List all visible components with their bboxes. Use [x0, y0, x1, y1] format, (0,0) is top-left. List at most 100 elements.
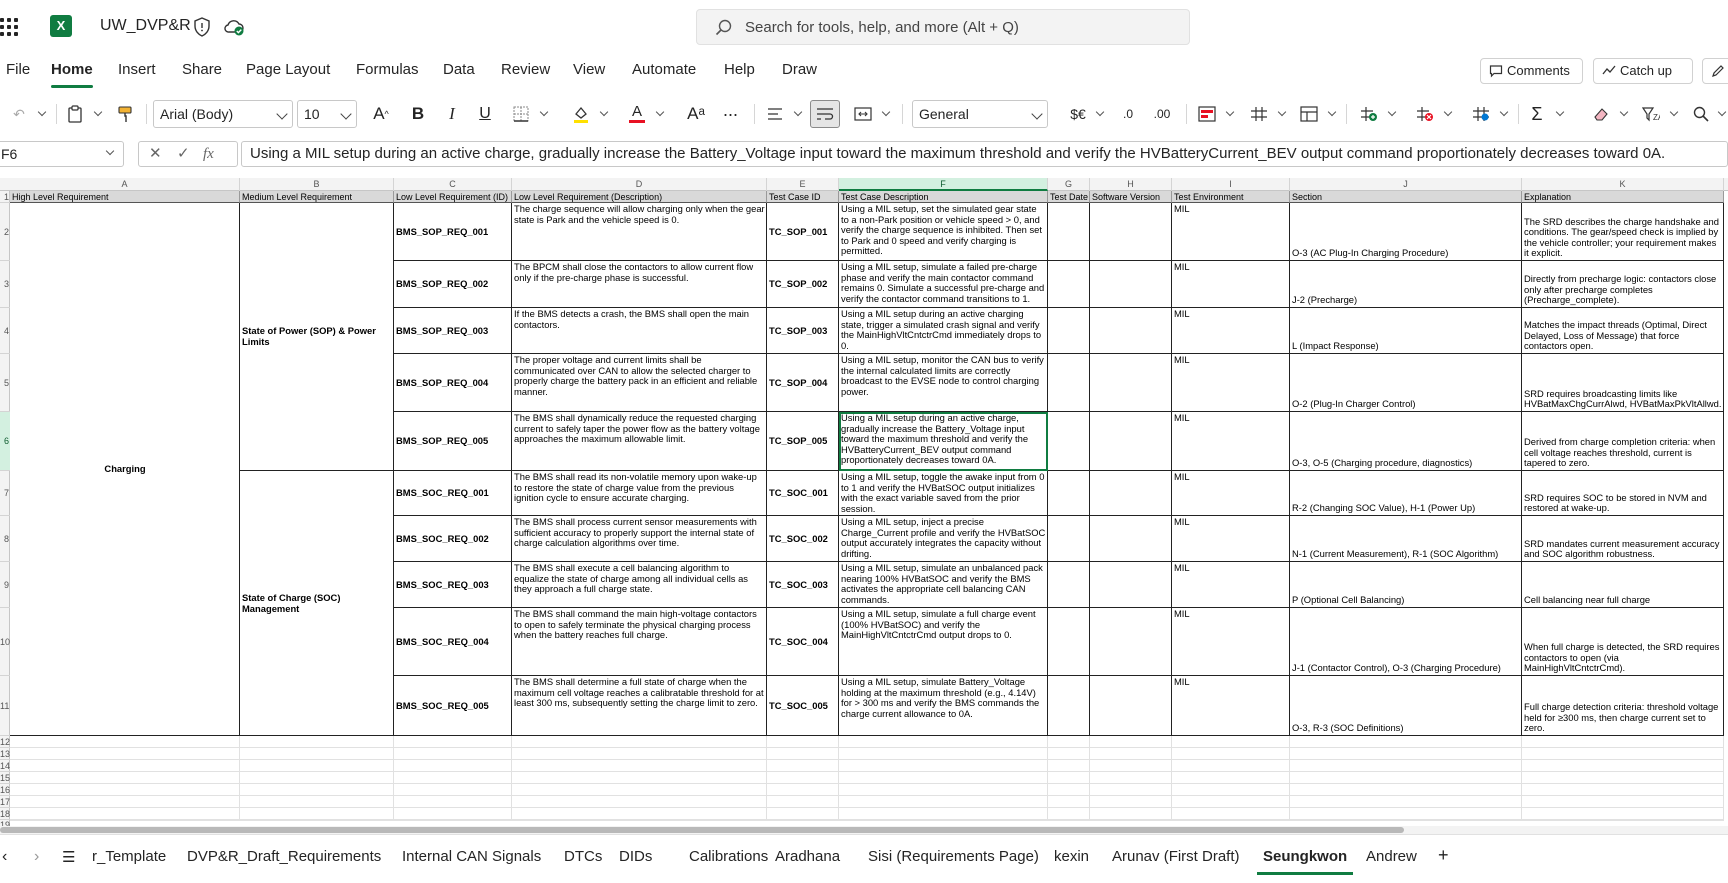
empty-cell[interactable] — [767, 736, 839, 748]
explanation-cell[interactable]: SRD mandates current measurement accurac… — [1522, 516, 1724, 562]
test-case-id-cell[interactable]: TC_SOP_003 — [767, 308, 839, 354]
test-date-cell[interactable] — [1048, 471, 1090, 516]
confirm-formula-icon[interactable]: ✓ — [177, 142, 190, 166]
test-case-id-cell[interactable]: TC_SOC_001 — [767, 471, 839, 516]
empty-cell[interactable] — [1172, 772, 1290, 784]
test-environment-cell[interactable]: MIL — [1172, 203, 1290, 261]
empty-cell[interactable] — [767, 796, 839, 808]
tab-formulas[interactable]: Formulas — [356, 61, 419, 78]
section-cell[interactable]: O-3, O-5 (Charging procedure, diagnostic… — [1290, 412, 1522, 471]
sheet-tab[interactable]: Arunav (First Draft) — [1112, 848, 1240, 865]
test-case-id-cell[interactable]: TC_SOP_005 — [767, 412, 839, 471]
insert-cells-icon[interactable] — [1358, 100, 1380, 128]
requirement-id-cell[interactable]: BMS_SOP_REQ_004 — [394, 354, 512, 412]
header-cell-j[interactable]: Section — [1290, 191, 1522, 203]
paste-icon[interactable] — [64, 100, 86, 128]
cloud-saved-icon[interactable] — [223, 17, 245, 37]
tab-help[interactable]: Help — [724, 61, 755, 78]
explanation-cell[interactable]: The SRD describes the charge handshake a… — [1522, 203, 1724, 261]
row-header-15[interactable]: 15 — [0, 772, 10, 784]
scrollbar-thumb[interactable] — [0, 827, 1404, 833]
test-case-description-cell[interactable]: Using a MIL setup, simulate a failed pre… — [839, 261, 1048, 308]
row-header-5[interactable]: 5 — [0, 354, 10, 412]
empty-cell[interactable] — [1290, 796, 1522, 808]
requirement-description-cell[interactable]: The BPCM shall close the contactors to a… — [512, 261, 767, 308]
text-styles-icon[interactable]: Aᵃ — [684, 100, 708, 128]
merge-dropdown[interactable] — [876, 100, 891, 128]
empty-cell[interactable] — [512, 820, 767, 821]
empty-cell[interactable] — [240, 796, 394, 808]
format-painter-icon[interactable] — [114, 100, 136, 128]
row-header-13[interactable]: 13 — [0, 748, 10, 760]
column-header-f[interactable]: F — [839, 178, 1048, 191]
empty-cell[interactable] — [1522, 760, 1724, 772]
test-case-description-cell[interactable]: Using a MIL setup during an active charg… — [839, 412, 1048, 471]
insert-cells-dropdown[interactable] — [1382, 100, 1397, 128]
row-header-11[interactable]: 11 — [0, 676, 10, 736]
empty-cell[interactable] — [1290, 760, 1522, 772]
test-case-description-cell[interactable]: Using a MIL setup, monitor the CAN bus t… — [839, 354, 1048, 412]
empty-cell[interactable] — [839, 748, 1048, 760]
empty-cell[interactable] — [1522, 796, 1724, 808]
software-version-cell[interactable] — [1090, 471, 1172, 516]
clear-icon[interactable] — [1590, 100, 1612, 128]
empty-cell[interactable] — [839, 760, 1048, 772]
all-sheets-menu-icon[interactable]: ☰ — [62, 848, 75, 866]
test-date-cell[interactable] — [1048, 308, 1090, 354]
empty-cell[interactable] — [512, 748, 767, 760]
requirement-description-cell[interactable]: The BMS shall execute a cell balancing a… — [512, 562, 767, 608]
tab-page-layout[interactable]: Page Layout — [246, 61, 330, 78]
format-as-table-icon[interactable] — [1248, 100, 1270, 128]
app-launcher-icon[interactable] — [0, 18, 18, 36]
high-level-requirement-cell[interactable]: Charging — [10, 203, 240, 736]
empty-cell[interactable] — [1290, 820, 1522, 821]
software-version-cell[interactable] — [1090, 412, 1172, 471]
empty-cell[interactable] — [839, 772, 1048, 784]
requirement-id-cell[interactable]: BMS_SOP_REQ_001 — [394, 203, 512, 261]
empty-cell[interactable] — [1172, 736, 1290, 748]
sort-filter-icon[interactable]: ZA — [1640, 100, 1662, 128]
empty-cell[interactable] — [1172, 796, 1290, 808]
tab-draw[interactable]: Draw — [782, 61, 817, 78]
requirement-id-cell[interactable]: BMS_SOC_REQ_005 — [394, 676, 512, 736]
undo-icon[interactable]: ↶ — [8, 100, 30, 128]
empty-cell[interactable] — [1090, 772, 1172, 784]
test-case-id-cell[interactable]: TC_SOC_005 — [767, 676, 839, 736]
more-options-icon[interactable]: ··· — [718, 100, 742, 128]
requirement-description-cell[interactable]: The proper voltage and current limits sh… — [512, 354, 767, 412]
empty-cell[interactable] — [1522, 784, 1724, 796]
test-date-cell[interactable] — [1048, 608, 1090, 676]
sheet-tab[interactable]: Andrew — [1366, 848, 1417, 865]
empty-cell[interactable] — [1090, 736, 1172, 748]
test-environment-cell[interactable]: MIL — [1172, 308, 1290, 354]
row-header-1[interactable]: 1 — [0, 191, 10, 203]
test-environment-cell[interactable]: MIL — [1172, 562, 1290, 608]
column-header-k[interactable]: K — [1522, 178, 1724, 191]
empty-cell[interactable] — [394, 796, 512, 808]
cell-styles-icon[interactable] — [1298, 100, 1320, 128]
test-case-description-cell[interactable]: Using a MIL setup, simulate an unbalance… — [839, 562, 1048, 608]
section-cell[interactable]: P (Optional Cell Balancing) — [1290, 562, 1522, 608]
header-cell-k[interactable]: Explanation — [1522, 191, 1724, 203]
undo-dropdown[interactable] — [32, 100, 47, 128]
empty-cell[interactable] — [240, 808, 394, 820]
empty-cell[interactable] — [394, 772, 512, 784]
requirement-id-cell[interactable]: BMS_SOC_REQ_001 — [394, 471, 512, 516]
find-dropdown[interactable] — [1712, 100, 1727, 128]
empty-cell[interactable] — [10, 808, 240, 820]
header-cell-b[interactable]: Medium Level Requirement — [240, 191, 394, 203]
file-name[interactable]: UW_DVP&R — [100, 17, 191, 35]
requirement-id-cell[interactable]: BMS_SOC_REQ_002 — [394, 516, 512, 562]
row-header-10[interactable]: 10 — [0, 608, 10, 676]
name-box[interactable]: F6 — [0, 141, 124, 167]
clear-dropdown[interactable] — [1614, 100, 1629, 128]
software-version-cell[interactable] — [1090, 203, 1172, 261]
empty-cell[interactable] — [240, 772, 394, 784]
empty-cell[interactable] — [1522, 748, 1724, 760]
font-size-select[interactable]: 10 — [297, 100, 357, 128]
editing-mode-button[interactable] — [1702, 58, 1728, 84]
requirement-id-cell[interactable]: BMS_SOP_REQ_003 — [394, 308, 512, 354]
empty-cell[interactable] — [1172, 748, 1290, 760]
sheet-tab[interactable]: Aradhana — [775, 848, 840, 865]
header-cell-e[interactable]: Test Case ID — [767, 191, 839, 203]
